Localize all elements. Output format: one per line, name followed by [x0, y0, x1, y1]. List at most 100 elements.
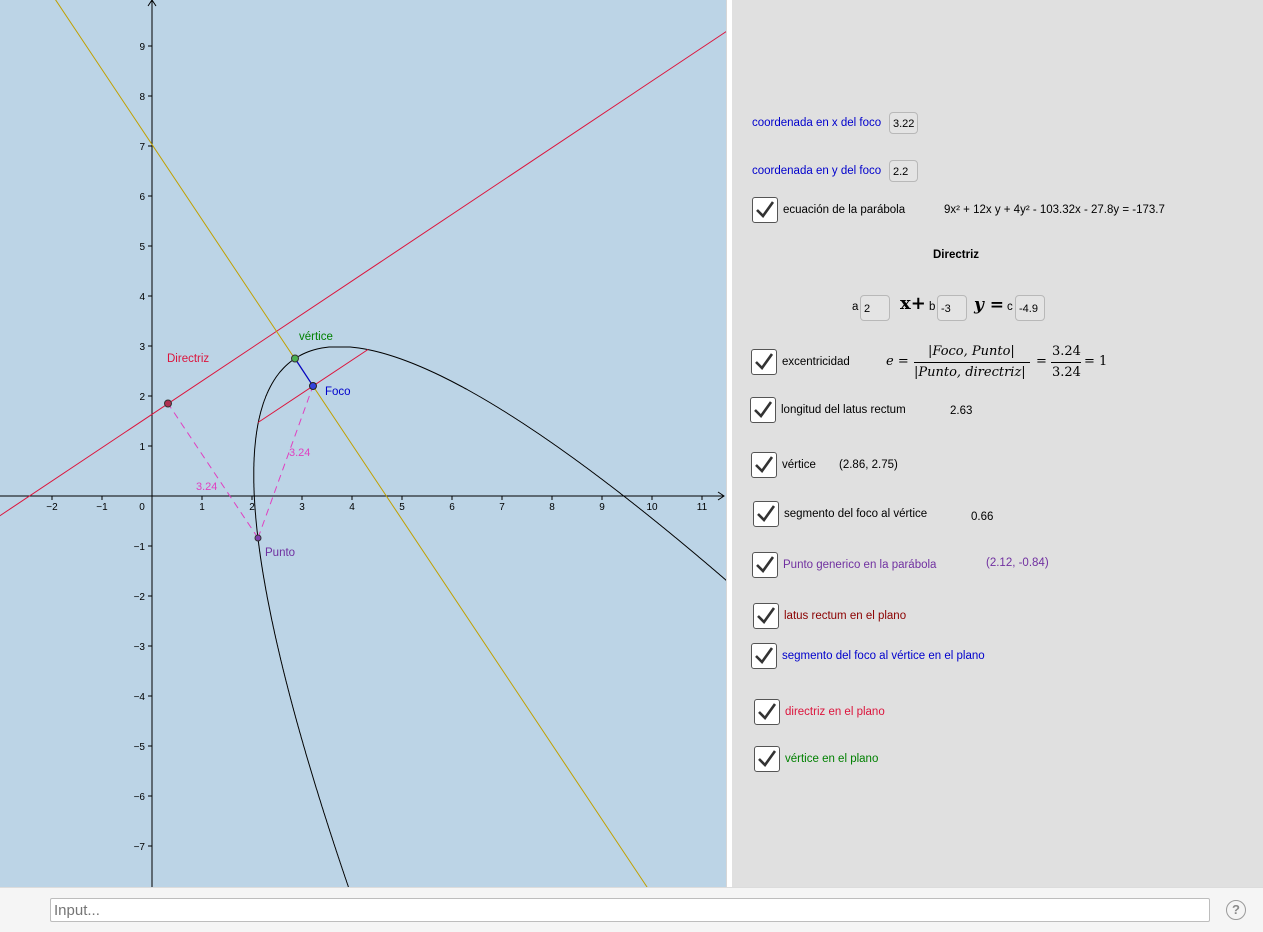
x-tick-label: −1	[96, 502, 108, 513]
x-tick-label: 7	[499, 502, 505, 513]
punto-value: (2.12, -0.84)	[986, 557, 1049, 569]
label-directriz: Directriz	[167, 353, 210, 365]
focus-x-input[interactable]: 3.22	[889, 112, 918, 134]
exc-num: |Foco, Punto|	[928, 344, 1015, 359]
dashed-punto-foco	[257, 385, 314, 539]
directriz-plano-label: directriz en el plano	[785, 706, 885, 718]
exc-e: e =	[886, 354, 909, 369]
focus-vertex-segment	[294, 358, 314, 387]
directrix-foot-point	[164, 399, 172, 408]
check-icon	[756, 556, 774, 574]
x-tick-label: 10	[646, 502, 658, 513]
y-tick-label: −3	[134, 642, 146, 653]
x-tick-label: 11	[697, 502, 708, 513]
x-tick-label: 5	[399, 502, 405, 513]
y-tick-label: 9	[139, 42, 145, 53]
y-tick-label: −1	[134, 542, 146, 553]
x-tick-label: 4	[349, 502, 355, 513]
latus-plano-label: latus rectum en el plano	[784, 610, 907, 622]
vertice-checkbox[interactable]	[751, 452, 777, 478]
dir-a-label: a	[852, 301, 859, 313]
excentricidad-formula: e = |Foco, Punto| |Punto, directriz| = 3…	[886, 343, 1116, 385]
segmento-checkbox[interactable]	[753, 501, 779, 527]
fraction-bar-2	[1051, 362, 1081, 363]
x-tick-label: 0	[139, 502, 145, 513]
exc-num2: 3.24	[1052, 344, 1081, 359]
dir-c-label: c	[1007, 301, 1013, 313]
y-tick-label: −4	[134, 692, 146, 703]
x-tick-label: −2	[46, 502, 58, 513]
x-tick-label: 1	[199, 502, 205, 513]
x-tick-label: 3	[299, 502, 305, 513]
vertex-point	[291, 354, 299, 363]
directriz-title: Directriz	[933, 249, 980, 261]
ecuacion-label: ecuación de la parábola	[783, 204, 906, 216]
segmento-plano-checkbox[interactable]	[751, 643, 777, 669]
check-icon	[755, 353, 773, 371]
y-tick-label: 8	[139, 92, 145, 103]
latus-label: longitud del latus rectum	[781, 404, 906, 416]
y-tick-label: 2	[139, 392, 145, 403]
punto-checkbox[interactable]	[752, 552, 778, 578]
segmento-plano-label: segmento del foco al vértice en el plano	[782, 650, 985, 662]
check-icon	[755, 456, 773, 474]
dashed-punto-directriz	[167, 403, 259, 539]
label-dist-directriz: 3.24	[196, 481, 218, 493]
check-icon	[754, 401, 772, 419]
dir-b-input[interactable]: -3	[937, 295, 967, 321]
directrix-line	[0, 31, 726, 517]
vertice-label: vértice	[782, 459, 816, 471]
graphics-view[interactable]: −2 −1 0 1 2 3 4 5 6 7 8 9 10 11 9 8 7 6 5 4 3 2 1 −1 −2 −3 −4 −5 −6−…	[0, 0, 726, 887]
graphics-canvas[interactable]: −2 −1 0 1 2 3 4 5 6 7 8 9 10 11987654321−1−2−3−4−5−6−…	[0, 0, 726, 887]
y-tick-label: 4	[139, 292, 145, 303]
check-icon	[757, 505, 775, 523]
input-field[interactable]	[50, 898, 1210, 922]
algebra-panel: coordenada en x del foco 3.22 coordenada…	[732, 0, 1263, 887]
exc-eq1: =	[1036, 354, 1047, 369]
y-tick-label: 7	[139, 142, 145, 153]
check-icon	[758, 703, 776, 721]
ecuacion-value: 9x² + 12x y + 4y² - 103.32x - 27.8y = -1…	[944, 204, 1165, 216]
focus-x-label: coordenada en x del foco	[752, 117, 882, 129]
check-icon	[757, 607, 775, 625]
latus-checkbox[interactable]	[750, 397, 776, 423]
check-icon	[756, 201, 774, 219]
exc-den2: 3.24	[1052, 365, 1081, 380]
vertice-plano-checkbox[interactable]	[754, 746, 780, 772]
y-tick-label: −7	[134, 842, 146, 853]
dir-a-input[interactable]: 2	[860, 295, 890, 321]
exc-den: |Punto, directriz|	[914, 365, 1026, 380]
y-tick-label: 5	[139, 242, 145, 253]
help-button[interactable]: ?	[1226, 900, 1246, 920]
x-tick-label: 6	[449, 502, 455, 513]
excentricidad-label: excentricidad	[782, 356, 850, 368]
label-dist-foco: 3.24	[289, 447, 311, 459]
vertice-plano-label: vértice en el plano	[785, 753, 879, 765]
vertice-value: (2.86, 2.75)	[839, 459, 898, 471]
geometric-objects	[0, 0, 726, 887]
excentricidad-checkbox[interactable]	[751, 349, 777, 375]
input-bar: ?	[0, 887, 1263, 932]
parabola-curve	[253, 346, 726, 887]
directriz-plano-checkbox[interactable]	[754, 699, 780, 725]
y-tick-label: −6	[134, 792, 146, 803]
label-vertice: vértice	[299, 331, 333, 343]
y-tick-label: 3	[139, 342, 145, 353]
dir-c-input[interactable]: -4.9	[1015, 295, 1045, 321]
latus-plano-checkbox[interactable]	[753, 603, 779, 629]
dir-y-eq: y =	[974, 295, 1005, 315]
x-tick-label: 9	[599, 502, 605, 513]
y-tick-label: −5	[134, 742, 146, 753]
x-tick-label: 8	[549, 502, 555, 513]
exc-eq2: = 1	[1084, 354, 1108, 369]
latus-value: 2.63	[950, 405, 973, 417]
focus-y-input[interactable]: 2.2	[889, 160, 918, 182]
segmento-label: segmento del foco al vértice	[784, 508, 928, 520]
focus-y-label: coordenada en y del foco	[752, 165, 882, 177]
punto-label: Punto generico en la parábola	[783, 559, 937, 571]
ecuacion-checkbox[interactable]	[752, 197, 778, 223]
dir-b-label: b	[929, 301, 936, 313]
y-tick-label: 1	[139, 442, 145, 453]
y-tick-label: 6	[139, 192, 145, 203]
y-tick-label: −2	[134, 592, 146, 603]
